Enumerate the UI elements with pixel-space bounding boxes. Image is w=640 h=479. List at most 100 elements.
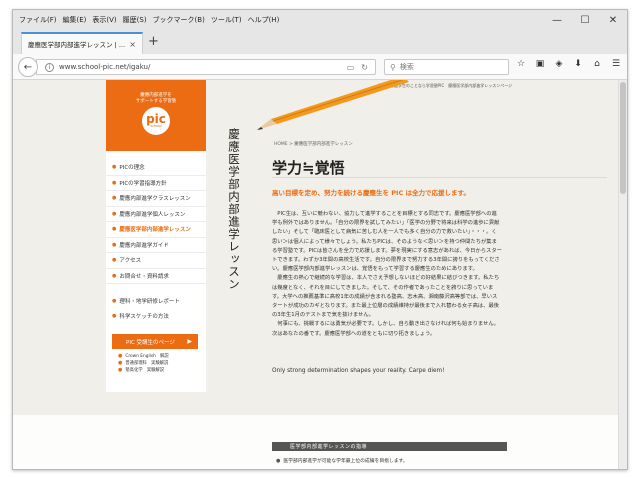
sidebar-item-label: 慶應内部進学ガイド (119, 242, 169, 249)
vertical-scrollbar[interactable] (618, 80, 627, 469)
student-page-label: PIC 受講生のページ (126, 339, 175, 346)
download-icon[interactable]: ⬇ (573, 59, 583, 69)
tab-title: 慶應医学部内部進学レッスン | ... (28, 41, 126, 49)
sub-link-science[interactable]: ● 普通部理科 実験解説 (118, 360, 206, 367)
close-window-button[interactable]: ✕ (599, 10, 627, 30)
nav-toolbar: i www.school-pic.net/igaku/ ▭ ↻ ← ⚲ ☆ ▣ … (13, 54, 627, 80)
search-input[interactable] (399, 63, 500, 71)
site-logo[interactable]: 慶應内部進学を サポートする学習塾 pic school (106, 80, 206, 151)
sidebar-item-class-lesson[interactable]: ● 慶應内部進学クラスレッスン (106, 191, 206, 207)
menu-bookmarks[interactable]: ブックマーク(B) (150, 15, 208, 25)
sidebar-item-policy[interactable]: ● PICの学習指導方針 (106, 176, 206, 191)
menu-view[interactable]: 表示(V) (89, 15, 119, 25)
search-icon: ⚲ (390, 62, 396, 72)
toolbar-icons: ☆ ▣ ◈ ⬇ ⌂ ☰ (516, 59, 621, 69)
bullet-icon: ● (118, 360, 123, 366)
vertical-title: 慶應医学部内部進学レッスン (227, 128, 241, 291)
maximize-button[interactable]: ☐ (571, 10, 599, 30)
bullet-icon: ● (118, 353, 123, 359)
sub-link-label: 塾高化学 実験解説 (125, 368, 165, 373)
sidebar-item-label: PICの理念 (119, 165, 145, 172)
logo-tagline-2: サポートする学習塾 (135, 99, 177, 104)
back-button[interactable]: ← (18, 57, 38, 77)
sidebar-item-label: 科学スケッチの方法 (119, 313, 169, 320)
tab-close-icon[interactable]: × (129, 40, 136, 49)
active-tab[interactable]: 慶應医学部内部進学レッスン | ... × (21, 32, 143, 54)
sidebar-item-label: 理科・地学研修レポート (119, 298, 180, 305)
sidebar-item-guide[interactable]: ● 慶應内部進学ガイド (106, 238, 206, 253)
section-header: 医学部内部進学レッスンの指導 (272, 442, 507, 451)
reader-view-icon[interactable]: ▭ (347, 63, 355, 72)
sidebar-nav: ● PICの理念 ● PICの学習指導方針 ● 慶應内部進学クラスレッスン ● 慶應内部… (106, 160, 206, 284)
sidebar-item-contact[interactable]: ● お問合せ・資料請求 (106, 269, 206, 284)
bullet-icon: ● (112, 312, 117, 319)
site-sidebar: 慶應内部進学を サポートする学習塾 pic school ● PICの理念 ● PI… (106, 80, 206, 392)
sidebar-item-private-lesson[interactable]: ● 慶應内部進学個人レッスン (106, 207, 206, 222)
pocket-icon[interactable]: ◈ (554, 59, 564, 69)
bullet-icon: ● (112, 164, 117, 171)
menu-help[interactable]: ヘルプ(H) (245, 15, 283, 25)
menu-icon[interactable]: ☰ (611, 59, 621, 69)
new-tab-button[interactable]: + (148, 34, 159, 49)
lead-text: 高い目標を定め、努力を続ける慶應生を PIC は全力で応援します。 (272, 189, 470, 197)
sidebar-item-label: 慶應内部進学クラスレッスン (119, 196, 191, 203)
site-info-icon[interactable]: i (45, 62, 54, 72)
bullet-icon: ● (112, 195, 117, 202)
english-motto: Only strong determination shapes your re… (272, 368, 445, 374)
logo-circle: pic school (142, 107, 170, 135)
sub-link-label: 普通部理科 実験解説 (125, 361, 169, 366)
bullet-icon: ● (112, 226, 117, 233)
sidebar-item-label: アクセス (119, 258, 142, 265)
sidebar-item-label: お問合せ・資料請求 (119, 273, 169, 280)
bullet-icon: ● (112, 179, 117, 186)
menu-file[interactable]: ファイル(F) (16, 15, 60, 25)
clipboard-icon[interactable]: ▣ (535, 59, 545, 69)
bullet-icon: ● (112, 257, 117, 264)
bullet-icon: ● (276, 458, 281, 464)
student-sub-links: ● Crown English 解説 ● 普通部理科 実験解説 ● 塾高化学 実験解説 (118, 353, 206, 374)
student-page-button[interactable]: PIC 受講生のページ ▶ (112, 334, 198, 349)
body-text: PIC生は、互いに競わない、協力して進学することを目標とする同志です。慶應医学部… (272, 210, 502, 339)
sub-link-crown[interactable]: ● Crown English 解説 (118, 353, 206, 360)
sidebar-item-report[interactable]: ● 理科・地学研修レポート (106, 293, 206, 308)
sub-link-label: Crown English 解説 (125, 354, 169, 359)
paragraph: 慶應生の熱心で継続的な学習は、本人でさえ予想しないほどの好結果に結びつきます。私… (272, 275, 500, 319)
bullet-icon: ● (112, 272, 117, 279)
logo-name: pic (146, 111, 166, 126)
logo-sub: school (150, 123, 162, 128)
scrollbar-thumb[interactable] (620, 82, 626, 194)
menu-bar: ファイル(F) 編集(E) 表示(V) 履歴(S) ブックマーク(B) ツール(… (13, 10, 627, 30)
section-item: ● 医学部内部進学が可能な学年最上位の成績を目指します。 (276, 457, 408, 464)
star-icon[interactable]: ☆ (516, 59, 526, 69)
lower-section: 医学部内部進学レッスンの指導 ● 医学部内部進学が可能な学年最上位の成績を目指しま… (13, 415, 618, 469)
bullet-icon: ● (118, 367, 123, 373)
menu-edit[interactable]: 編集(E) (60, 15, 90, 25)
url-text[interactable]: www.school-pic.net/igaku/ (59, 63, 347, 71)
url-bar[interactable]: i www.school-pic.net/igaku/ ▭ ↻ (36, 59, 376, 75)
sidebar-item-label: PICの学習指導方針 (119, 180, 167, 187)
sub-link-chemistry[interactable]: ● 塾高化学 実験解説 (118, 367, 206, 374)
reload-icon[interactable]: ↻ (361, 63, 368, 72)
bullet-icon: ● (112, 297, 117, 304)
sidebar-item-label: 慶應医学部内部進学レッスン (119, 227, 191, 234)
back-arrow-icon: ← (23, 61, 33, 73)
sidebar-item-label: 慶應内部進学個人レッスン (119, 211, 186, 218)
search-bar[interactable]: ⚲ (384, 59, 509, 75)
title-divider (272, 177, 607, 178)
sidebar-item-philosophy[interactable]: ● PICの理念 (106, 160, 206, 176)
sidebar-item-access[interactable]: ● アクセス (106, 253, 206, 269)
bullet-icon: ● (112, 210, 117, 217)
arrow-right-icon: ▶ (187, 338, 192, 345)
paragraph: 何事にも、挑戦するには勇気が必要です。しかし、自ら動き出さなければ何も始まりませ… (272, 321, 499, 337)
page-title: 学力≒覚悟 (272, 159, 345, 177)
window-controls: — ☐ ✕ (543, 10, 627, 30)
sidebar-item-sketch[interactable]: ● 科学スケッチの方法 (106, 308, 206, 323)
sidebar-item-medical-lesson[interactable]: ● 慶應医学部内部進学レッスン (106, 222, 206, 238)
minimize-button[interactable]: — (543, 10, 571, 30)
pencil-illustration (257, 80, 409, 130)
breadcrumb[interactable]: HOME > 慶應医学部内部進学レッスン (274, 141, 353, 147)
paragraph: PIC生は、互いに競わない、協力して進学することを目標とする同志です。慶應医学部… (272, 211, 502, 273)
menu-history[interactable]: 履歴(S) (120, 15, 150, 25)
menu-tools[interactable]: ツール(T) (208, 15, 245, 25)
home-icon[interactable]: ⌂ (592, 59, 602, 69)
